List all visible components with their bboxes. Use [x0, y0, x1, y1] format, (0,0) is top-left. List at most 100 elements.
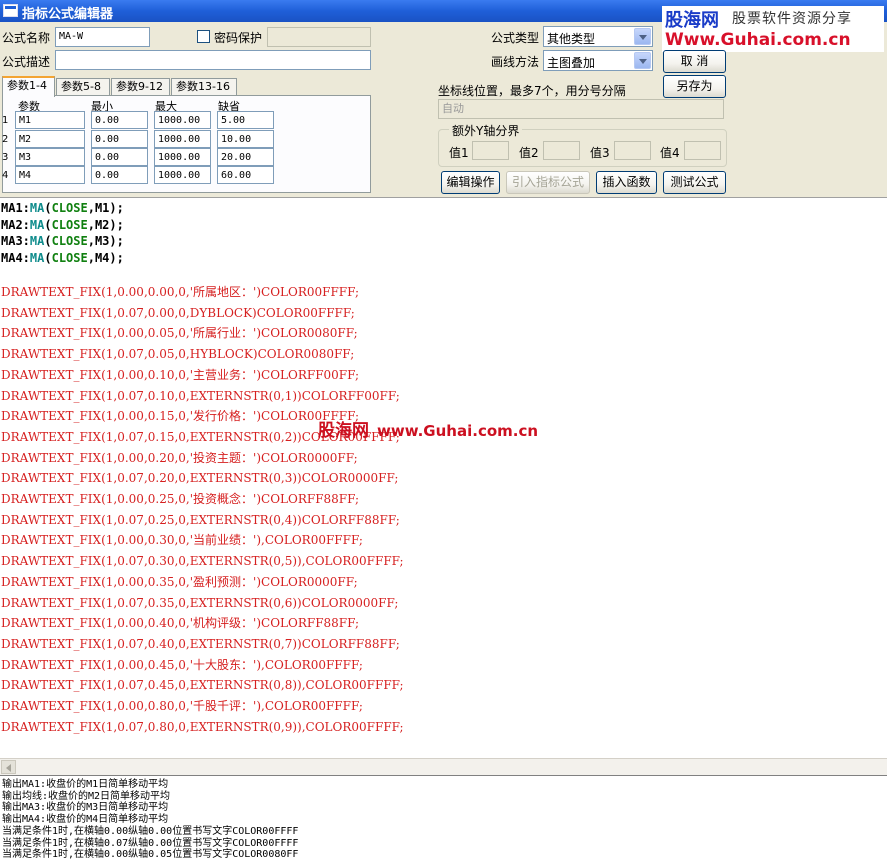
code-line: DRAWTEXT_FIX(1,0.00,0.80,0,'千股千评：'),COLO…	[1, 699, 363, 713]
draw-method-select[interactable]: 主图叠加	[543, 50, 653, 71]
code-token: ,M2);	[87, 217, 124, 232]
extra-y-axis-title: 额外Y轴分界	[449, 122, 523, 139]
draw-method-value: 主图叠加	[547, 56, 596, 70]
tab-params-1-4[interactable]: 参数1-4	[2, 76, 55, 97]
code-token: MA	[29, 250, 45, 265]
insert-function-button[interactable]: 插入函数	[596, 171, 657, 194]
formula-description-output[interactable]: 输出MA1:收盘价的M1日简单移动平均 输出均线:收盘价的M2日简单移动平均 输出M…	[0, 775, 887, 868]
code-line: DRAWTEXT_FIX(1,0.00,0.25,0,'投资概念：')COLOR…	[1, 492, 360, 506]
code-token: (	[44, 250, 52, 265]
formula-desc-label: 公式描述	[2, 55, 51, 69]
tab-params-13-16[interactable]: 参数13-16	[171, 78, 237, 96]
extra-y-value-3-input[interactable]	[614, 141, 651, 160]
code-token: ,M1);	[87, 201, 124, 215]
param-max-input[interactable]: 1000.00	[154, 148, 211, 166]
extra-y-value-2-input[interactable]	[543, 141, 580, 160]
formula-desc-input[interactable]	[55, 50, 371, 70]
brand-logo: 股海网	[665, 10, 719, 31]
formula-type-value: 其他类型	[547, 32, 596, 46]
code-token: MA1:	[1, 201, 30, 215]
param-default-input[interactable]: 10.00	[217, 130, 274, 148]
param-row-number: 2	[2, 134, 9, 145]
extra-y-value-1-label: 值1	[449, 146, 469, 160]
param-max-input[interactable]: 1000.00	[154, 130, 211, 148]
code-line: DRAWTEXT_FIX(1,0.07,0.45,0,EXTERNSTR(0,8…	[1, 678, 404, 693]
scroll-left-icon[interactable]	[1, 760, 16, 774]
param-min-input[interactable]: 0.00	[91, 148, 148, 166]
code-line: DRAWTEXT_FIX(1,0.00,0.30,0,'当前业绩：'),COLO…	[1, 533, 363, 548]
password-checkbox[interactable]	[197, 30, 210, 43]
code-line: DRAWTEXT_FIX(1,0.07,0.10,0,EXTERNSTR(0,1…	[1, 388, 400, 403]
code-line: DRAWTEXT_FIX(1,0.07,0.25,0,EXTERNSTR(0,4…	[1, 512, 400, 527]
code-token: CLOSE	[51, 234, 88, 248]
param-default-input[interactable]: 5.00	[217, 111, 274, 129]
brand-banner: 股海网 股票软件资源分享 Www.Guhai.com.cn	[662, 6, 884, 52]
code-line: MA3:MA(CLOSE,M3);	[1, 233, 124, 249]
password-label: 密码保护	[214, 31, 263, 45]
formula-name-input[interactable]: MA-W	[55, 27, 150, 47]
tab-params-5-8[interactable]: 参数5-8	[56, 78, 110, 96]
output-line: 当满足条件1时,在横轴0.07纵轴0.00位置书写文字COLOR00FFFF	[2, 837, 299, 849]
code-line: MA1:MA(CLOSE,M1);	[1, 200, 124, 216]
output-line: 当满足条件1时,在横轴0.00纵轴0.00位置书写文字COLOR00FFFF	[2, 825, 299, 837]
brand-slogan: 股票软件资源分享	[732, 11, 852, 27]
extra-y-axis-group: 额外Y轴分界 值1 值2 值3 值4	[438, 122, 727, 167]
code-line: DRAWTEXT_FIX(1,0.07,0.05,0,HYBLOCK)COLOR…	[1, 347, 355, 362]
chevron-down-icon[interactable]	[634, 52, 651, 69]
watermark-logo: 股海网	[318, 421, 369, 441]
param-default-input[interactable]: 20.00	[217, 148, 274, 166]
tab-params-9-12[interactable]: 参数9-12	[111, 78, 170, 96]
axis-lines-input[interactable]: 自动	[438, 99, 724, 119]
code-token: MA	[29, 234, 45, 248]
editor-watermark: 股海网 www.Guhai.com.cn	[318, 416, 538, 441]
code-token: (	[44, 201, 52, 215]
param-name-input[interactable]: M2	[15, 130, 85, 148]
param-name-input[interactable]: M1	[15, 111, 85, 129]
param-default-input[interactable]: 60.00	[217, 166, 274, 184]
watermark-url: www.Guhai.com.cn	[377, 422, 539, 440]
cancel-button[interactable]: 取 消	[663, 50, 726, 73]
code-token: CLOSE	[51, 201, 88, 215]
axis-lines-label: 坐标线位置，最多7个，用分号分隔	[438, 84, 626, 98]
import-formula-button[interactable]: 引入指标公式	[506, 171, 590, 194]
param-row-number: 4	[2, 170, 9, 181]
chevron-down-icon[interactable]	[634, 28, 651, 45]
code-token: MA	[29, 217, 45, 232]
param-name-input[interactable]: M3	[15, 148, 85, 166]
code-line: MA4:MA(CLOSE,M4);	[1, 250, 124, 266]
formula-type-select[interactable]: 其他类型	[543, 26, 653, 47]
code-token: (	[44, 234, 52, 248]
output-line: 当满足条件1时,在横轴0.00纵轴0.05位置书写文字COLOR0080FF	[2, 849, 299, 861]
param-max-input[interactable]: 1000.00	[154, 111, 211, 129]
extra-y-value-4-input[interactable]	[684, 141, 721, 160]
code-line: DRAWTEXT_FIX(1,0.00,0.05,0,'所属行业：')COLOR…	[1, 326, 358, 341]
param-max-input[interactable]: 1000.00	[154, 166, 211, 184]
test-formula-button[interactable]: 测试公式	[663, 171, 726, 194]
code-line: DRAWTEXT_FIX(1,0.07,0.40,0,EXTERNSTR(0,7…	[1, 636, 400, 651]
password-input[interactable]	[267, 27, 371, 47]
formula-name-label: 公式名称	[2, 31, 51, 45]
code-line: DRAWTEXT_FIX(1,0.00,0.00,0,'所属地区：')COLOR…	[1, 285, 360, 299]
code-token: ,M4);	[87, 250, 124, 265]
code-line: DRAWTEXT_FIX(1,0.00,0.15,0,'发行价格：')COLOR…	[1, 409, 360, 424]
code-token: ,M3);	[87, 234, 124, 248]
editor-horizontal-scrollbar[interactable]	[0, 758, 887, 775]
param-min-input[interactable]: 0.00	[91, 111, 148, 129]
code-line: MA2:MA(CLOSE,M2);	[1, 217, 124, 233]
brand-url: Www.Guhai.com.cn	[665, 30, 851, 50]
code-token: MA4:	[1, 250, 30, 265]
output-line: 输出均线:收盘价的M2日简单移动平均	[2, 790, 171, 802]
edit-operation-button[interactable]: 编辑操作	[441, 171, 500, 194]
extra-y-value-1-input[interactable]	[472, 141, 509, 160]
param-min-input[interactable]: 0.00	[91, 130, 148, 148]
extra-y-value-3-label: 值3	[590, 146, 610, 160]
param-name-input[interactable]: M4	[15, 166, 85, 184]
save-as-button[interactable]: 另存为	[663, 75, 726, 98]
formula-code-editor[interactable]: MA1:MA(CLOSE,M1); MA2:MA(CLOSE,M2); MA3:MA…	[0, 197, 887, 758]
code-token: (	[44, 217, 52, 232]
code-line: DRAWTEXT_FIX(1,0.07,0.20,0,EXTERNSTR(0,3…	[1, 471, 399, 486]
param-panel: 参数 最小 最大 缺省 1 M1 0.00 1000.00 5.00 2 M2 …	[2, 95, 371, 193]
code-token: CLOSE	[51, 217, 88, 232]
param-min-input[interactable]: 0.00	[91, 166, 148, 184]
extra-y-value-2-label: 值2	[519, 146, 539, 160]
